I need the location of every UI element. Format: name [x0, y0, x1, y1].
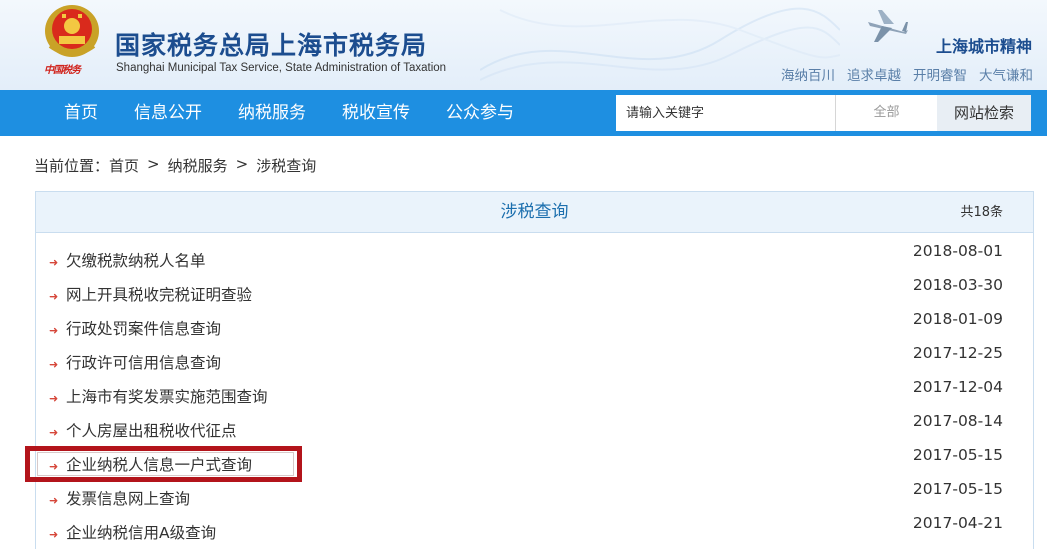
site-title[interactable]: 国家税务总局上海市税务局	[115, 26, 427, 62]
breadcrumb-tax-query[interactable]: 涉税查询	[256, 155, 316, 176]
list-item-date: 2017-08-14	[912, 412, 1003, 430]
list-item-link[interactable]: 企业纳税信用A级查询	[66, 521, 216, 543]
nav-item-tax-publicity[interactable]: 税收宣传	[324, 90, 428, 136]
arrow-right-icon: ➜	[49, 290, 59, 303]
logo-text: 中国税务	[44, 65, 81, 76]
list-item: ➜ 网上开具税收完税证明查验 2018-03-30	[36, 276, 1033, 310]
list-item-date: 2018-01-09	[912, 310, 1003, 328]
site-header: 中国税务 国家税务总局上海市税务局 Shanghai Municipal Tax…	[0, 0, 1047, 90]
search-button[interactable]: 网站检索	[937, 95, 1031, 131]
list-item-date: 2018-08-01	[912, 242, 1003, 260]
list-item-link[interactable]: 行政许可信用信息查询	[66, 351, 221, 373]
arrow-right-icon: ➜	[49, 528, 59, 541]
list-item: ➜ 欠缴税款纳税人名单 2018-08-01	[36, 242, 1033, 276]
list-item-link[interactable]: 企业纳税人信息一户式查询	[66, 453, 252, 475]
site-subtitle: Shanghai Municipal Tax Service, State Ad…	[116, 62, 447, 74]
city-value: 大气谦和	[979, 68, 1033, 84]
list-item: ➜ 企业纳税信用A级查询 2017-04-21	[36, 514, 1033, 548]
list-item-date: 2017-05-15	[912, 480, 1003, 498]
search-bar: 全部 网站检索	[616, 95, 1031, 131]
list-item: ➜ 行政许可信用信息查询 2017-12-25	[36, 344, 1033, 378]
city-value: 开明睿智	[913, 68, 967, 84]
arrow-right-icon: ➜	[49, 460, 59, 473]
list-item-date: 2018-03-30	[912, 276, 1003, 294]
list-item-link[interactable]: 上海市有奖发票实施范围查询	[66, 385, 268, 407]
list-item: ➜ 发票信息网上查询 2017-05-15	[36, 480, 1033, 514]
panel-header: 涉税查询 共18条	[36, 192, 1033, 233]
breadcrumb-home[interactable]: 首页	[109, 155, 139, 176]
search-scope-select[interactable]: 全部	[835, 95, 937, 131]
nav-item-info-disclosure[interactable]: 信息公开	[116, 90, 220, 136]
airplane-icon	[868, 10, 908, 42]
arrow-right-icon: ➜	[49, 426, 59, 439]
list-item-link[interactable]: 网上开具税收完税证明查验	[66, 283, 252, 305]
arrow-right-icon: ➜	[49, 392, 59, 405]
city-value: 海纳百川	[781, 68, 835, 84]
nav-item-public-participation[interactable]: 公众参与	[428, 90, 532, 136]
panel-title: 涉税查询	[500, 202, 569, 222]
arrow-right-icon: ➜	[49, 324, 59, 337]
query-list: ➜ 欠缴税款纳税人名单 2018-08-01 ➜ 网上开具税收完税证明查验 20…	[36, 242, 1033, 548]
breadcrumb-tax-services[interactable]: 纳税服务	[168, 155, 228, 176]
list-item-link[interactable]: 行政处罚案件信息查询	[66, 317, 221, 339]
nav-item-home[interactable]: 首页	[46, 90, 116, 136]
breadcrumb-separator: >	[147, 155, 160, 173]
city-spirit-title: 上海城市精神	[935, 37, 1032, 56]
list-item: ➜ 个人房屋出租税收代征点 2017-08-14	[36, 412, 1033, 446]
nav-item-tax-services[interactable]: 纳税服务	[220, 90, 324, 136]
arrow-right-icon: ➜	[49, 494, 59, 507]
list-item: ➜ 上海市有奖发票实施范围查询 2017-12-04	[36, 378, 1033, 412]
breadcrumb: 当前位置： 首页 > 纳税服务 > 涉税查询	[34, 155, 316, 176]
search-input[interactable]	[616, 95, 835, 131]
item-count: 共18条	[960, 205, 1003, 220]
city-value: 追求卓越	[847, 68, 901, 84]
list-item-date: 2017-05-15	[912, 446, 1003, 464]
breadcrumb-separator: >	[235, 155, 249, 173]
city-values: 海纳百川 追求卓越 开明睿智 大气谦和	[781, 64, 1033, 84]
list-item: ➜ 企业纳税人信息一户式查询 2017-05-15	[36, 446, 1033, 480]
list-item-link[interactable]: 发票信息网上查询	[66, 487, 190, 509]
arrow-right-icon: ➜	[49, 256, 59, 269]
tax-emblem-icon	[45, 5, 99, 57]
arrow-right-icon: ➜	[49, 358, 59, 371]
list-item: ➜ 行政处罚案件信息查询 2018-01-09	[36, 310, 1033, 344]
list-item-link[interactable]: 欠缴税款纳税人名单	[66, 249, 206, 271]
breadcrumb-prefix: 当前位置：	[34, 157, 110, 175]
tax-query-panel: 涉税查询 共18条 ➜ 欠缴税款纳税人名单 2018-08-01 ➜ 网上开具税…	[35, 191, 1034, 549]
list-item-date: 2017-12-25	[912, 344, 1003, 362]
list-item-date: 2017-12-04	[912, 378, 1003, 396]
list-item-link[interactable]: 个人房屋出租税收代征点	[66, 419, 237, 441]
list-item-date: 2017-04-21	[912, 514, 1003, 532]
